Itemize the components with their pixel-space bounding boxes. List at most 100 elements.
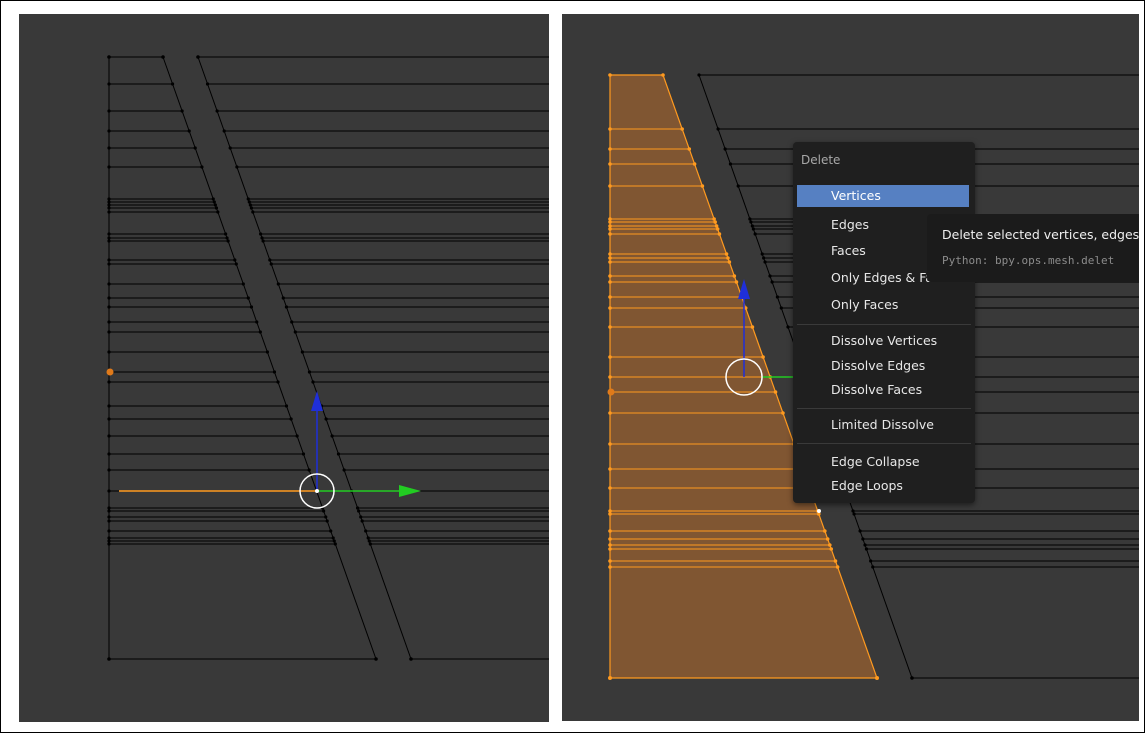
menu-item-limited-dissolve[interactable]: Limited Dissolve [797,414,969,436]
selected-vertex [781,411,785,415]
selected-vertex [608,227,612,231]
selected-vertex [687,147,692,151]
selected-vertex [692,162,697,166]
selected-vertex [608,162,612,166]
vertex [325,519,329,523]
selected-vertex [608,274,612,278]
vertex [324,417,328,421]
selected-vertex [713,220,717,224]
vertex [359,515,363,519]
selected-vertex [608,127,612,131]
selected-vertex [773,390,778,394]
vertex [107,536,111,540]
menu-item-dissolve-vertices[interactable]: Dissolve Vertices [797,330,969,352]
vertex [107,657,111,661]
selected-vertex [608,73,612,77]
selected-vertex [608,676,612,680]
vertex [248,203,252,207]
selected-vertex [727,260,732,264]
z-axis-arrow[interactable] [311,391,323,411]
vertex [107,258,111,262]
vertex [736,184,740,188]
selected-vertex [608,147,612,151]
vertex [852,512,856,516]
vertex [261,239,265,243]
vertex [748,217,752,221]
vertex [779,306,783,310]
z-axis-arrow[interactable] [738,279,750,299]
selected-vertex [835,565,840,569]
vertex [107,232,111,236]
menu-item-edge-collapse[interactable]: Edge Collapse [797,451,969,473]
vertex [161,55,165,59]
vertex [260,236,264,240]
selected-vertex [823,529,827,533]
viewport-left[interactable] [19,14,549,722]
vertex [858,529,862,533]
vertex [276,282,280,286]
selected-vertex [608,220,612,224]
menu-item-only-faces[interactable]: Only Faces [797,294,969,316]
menu-item-dissolve-edges[interactable]: Dissolve Edges [797,355,969,377]
vertex [355,506,360,510]
vertex [276,380,280,384]
vertex [193,146,197,150]
vertex [342,468,346,472]
vertex [300,350,304,354]
selected-vertex [608,442,612,446]
selected-vertex [825,537,830,541]
tooltip-title: Delete selected vertices, edges [942,227,1139,242]
menu-separator [797,443,971,444]
vertex [249,206,254,210]
selected-vertex [608,306,612,310]
vertex [107,434,111,438]
vertex [107,380,111,384]
selected-vertex [732,274,737,278]
vertex [861,537,865,541]
menu-item-edge-loops[interactable]: Edge Loops [797,475,969,497]
y-axis-arrow[interactable] [399,485,421,497]
vertex [107,296,111,300]
vertex [255,320,259,324]
vertex [215,109,219,113]
vertex [786,325,790,329]
vertex [268,258,272,262]
menu-item-vertices[interactable]: Vertices [797,185,969,207]
vertex [247,200,251,204]
vertex [200,165,204,169]
vertex [107,55,111,59]
selected-vertex [608,529,612,533]
menu-item-dissolve-faces[interactable]: Dissolve Faces [797,379,969,401]
vertex [775,295,780,299]
vertex [107,417,111,421]
delete-menu: Delete Vertices Edges Faces Only Edges &… [793,142,975,503]
vertex [107,165,111,169]
menu-separator [797,408,971,409]
selected-vertex [608,295,612,299]
vertex [760,252,764,256]
vertex [281,296,285,300]
vertex [332,539,336,543]
vertex [225,236,229,240]
selected-vertex [608,565,612,569]
vertex [329,529,333,533]
vertex [284,404,289,408]
vertex [228,146,232,150]
vertex [170,82,175,86]
vertex [284,305,289,309]
vertex [851,509,855,513]
vertex [716,127,720,131]
selected-vertex [827,543,832,547]
vertex [196,55,200,59]
vertex [213,203,217,207]
vertex [246,197,250,201]
vertex [107,519,111,523]
menu-separator [797,324,971,325]
vertex [251,210,255,214]
selected-vertex [608,543,612,547]
selected-vertex [608,256,612,260]
vertex [360,519,364,523]
vertex [107,206,111,210]
selected-vertex [661,73,665,77]
vertex [333,542,337,546]
